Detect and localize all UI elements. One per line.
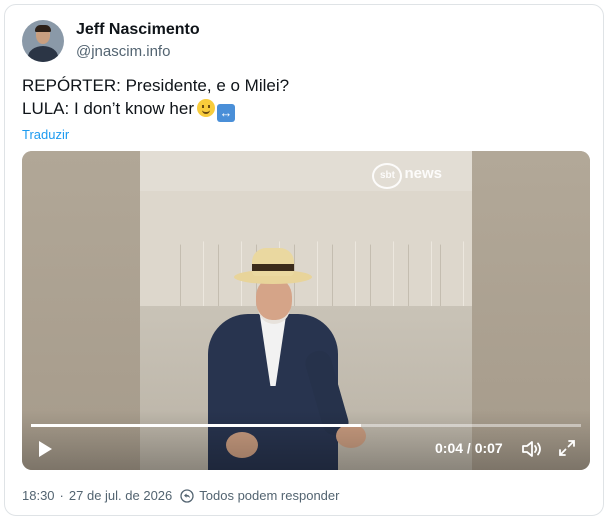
tweet-time[interactable]: 18:30 — [22, 488, 55, 503]
play-icon[interactable] — [36, 440, 54, 458]
fullscreen-icon[interactable] — [558, 439, 576, 457]
watermark-text: news — [404, 165, 442, 182]
avatar-suit — [28, 46, 58, 62]
tweet-text-line-2: LULA: I don’t know her ↔ — [22, 99, 235, 122]
controls-gradient — [22, 410, 590, 470]
tweet-meta: 18:30 · 27 de jul. de 2026 Todos podem r… — [22, 488, 339, 503]
avatar-hair — [35, 25, 51, 32]
tweet-text-line-1: REPÓRTER: Presidente, e o Milei? — [22, 76, 289, 96]
video-progress-bar[interactable] — [31, 424, 581, 427]
author-avatar[interactable] — [22, 20, 64, 62]
video-progress-fill — [31, 424, 361, 427]
volume-icon[interactable] — [521, 439, 543, 459]
translate-link[interactable]: Traduzir — [22, 127, 69, 142]
globe-reply-icon — [180, 488, 194, 503]
meta-separator: · — [59, 488, 64, 503]
hat-band — [252, 264, 294, 271]
sbt-logo: sbt — [372, 163, 403, 189]
tweet-date[interactable]: 27 de jul. de 2026 — [69, 488, 172, 503]
author-name[interactable]: Jeff Nascimento — [76, 21, 200, 39]
person-face — [256, 278, 292, 320]
hat-crown — [252, 248, 294, 276]
sbt-news-watermark: sbt news — [372, 163, 442, 189]
tweet-line-1-text: REPÓRTER: Presidente, e o Milei? — [22, 76, 290, 95]
author-handle[interactable]: @jnascim.info — [76, 43, 170, 60]
video-player[interactable]: sbt news 0:04 / 0:07 — [22, 151, 590, 470]
smiling-face-icon — [196, 99, 215, 117]
tweet-line-2-text: LULA: I don’t know her — [22, 99, 194, 118]
left-right-arrow-icon: ↔ — [216, 104, 235, 122]
video-time: 0:04 / 0:07 — [435, 440, 503, 456]
reply-setting[interactable]: Todos podem responder — [199, 488, 339, 503]
